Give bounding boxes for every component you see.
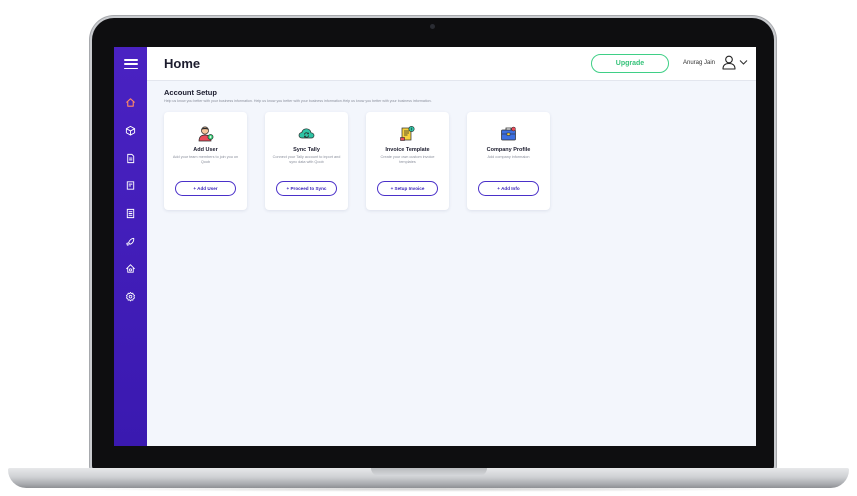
user-name: Anurag Jain xyxy=(683,60,716,66)
laptop-mockup: Home Upgrade Anurag Jain Account Setup H… xyxy=(0,0,857,496)
section-subtitle: Help us know you better with your busine… xyxy=(164,99,432,103)
briefcase-icon xyxy=(501,126,516,141)
card-title: Add User xyxy=(193,147,218,153)
house-settings-icon xyxy=(125,263,135,273)
sidebar xyxy=(114,47,147,446)
page-title: Home xyxy=(164,56,201,71)
chevron-down-icon[interactable] xyxy=(739,59,748,66)
user-icon[interactable] xyxy=(722,55,736,70)
top-header: Home Upgrade Anurag Jain xyxy=(147,47,756,81)
webcam xyxy=(430,24,435,29)
sidebar-item-business[interactable] xyxy=(123,261,137,275)
card-sync-tally: Sync Tally Connect your Tally account to… xyxy=(265,112,348,210)
section-title: Account Setup xyxy=(164,88,217,97)
app-screen: Home Upgrade Anurag Jain Account Setup H… xyxy=(114,47,756,446)
add-info-button[interactable]: + Add Info xyxy=(478,181,539,196)
card-add-user: Add User Add your team members to join y… xyxy=(164,112,247,210)
proceed-to-sync-button[interactable]: + Proceed to Sync xyxy=(276,181,337,196)
user-add-icon xyxy=(198,126,214,142)
sidebar-item-edit[interactable] xyxy=(123,178,137,192)
edit-document-icon xyxy=(126,180,134,190)
sidebar-item-home[interactable] xyxy=(123,95,137,109)
sidebar-item-documents[interactable] xyxy=(123,151,137,165)
cloud-sync-icon xyxy=(298,128,315,139)
rocket-icon xyxy=(125,237,134,246)
add-user-button[interactable]: + Add User xyxy=(175,181,236,196)
setup-invoice-button[interactable]: + Setup Invoice xyxy=(377,181,438,196)
hamburger-menu-icon[interactable] xyxy=(124,59,138,69)
sidebar-item-products[interactable] xyxy=(123,123,137,137)
card-description: Add your team members to join you on Qoo… xyxy=(172,155,239,164)
invoice-icon xyxy=(400,125,415,141)
card-title: Sync Tally xyxy=(293,147,320,153)
card-description: Add company informaion xyxy=(487,155,530,159)
gear-icon xyxy=(125,291,135,301)
sidebar-item-settings[interactable] xyxy=(123,289,137,303)
laptop-notch xyxy=(371,468,487,476)
sidebar-item-launch[interactable] xyxy=(123,234,137,248)
card-title: Invoice Template xyxy=(385,147,430,153)
card-company-profile: Company Profile Add company informaion +… xyxy=(467,112,550,210)
box-icon xyxy=(125,125,135,136)
document-icon xyxy=(126,153,134,163)
card-title: Company Profile xyxy=(486,147,531,153)
upgrade-button[interactable]: Upgrade xyxy=(591,54,669,73)
list-document-icon xyxy=(126,208,134,218)
card-description: Create your own custom invoice templates xyxy=(380,155,435,164)
card-invoice-template: Invoice Template Create your own custom … xyxy=(366,112,449,210)
sidebar-item-reports[interactable] xyxy=(123,206,137,220)
home-icon xyxy=(125,97,135,107)
card-description: Connect your Tally account to inport and… xyxy=(272,155,341,164)
